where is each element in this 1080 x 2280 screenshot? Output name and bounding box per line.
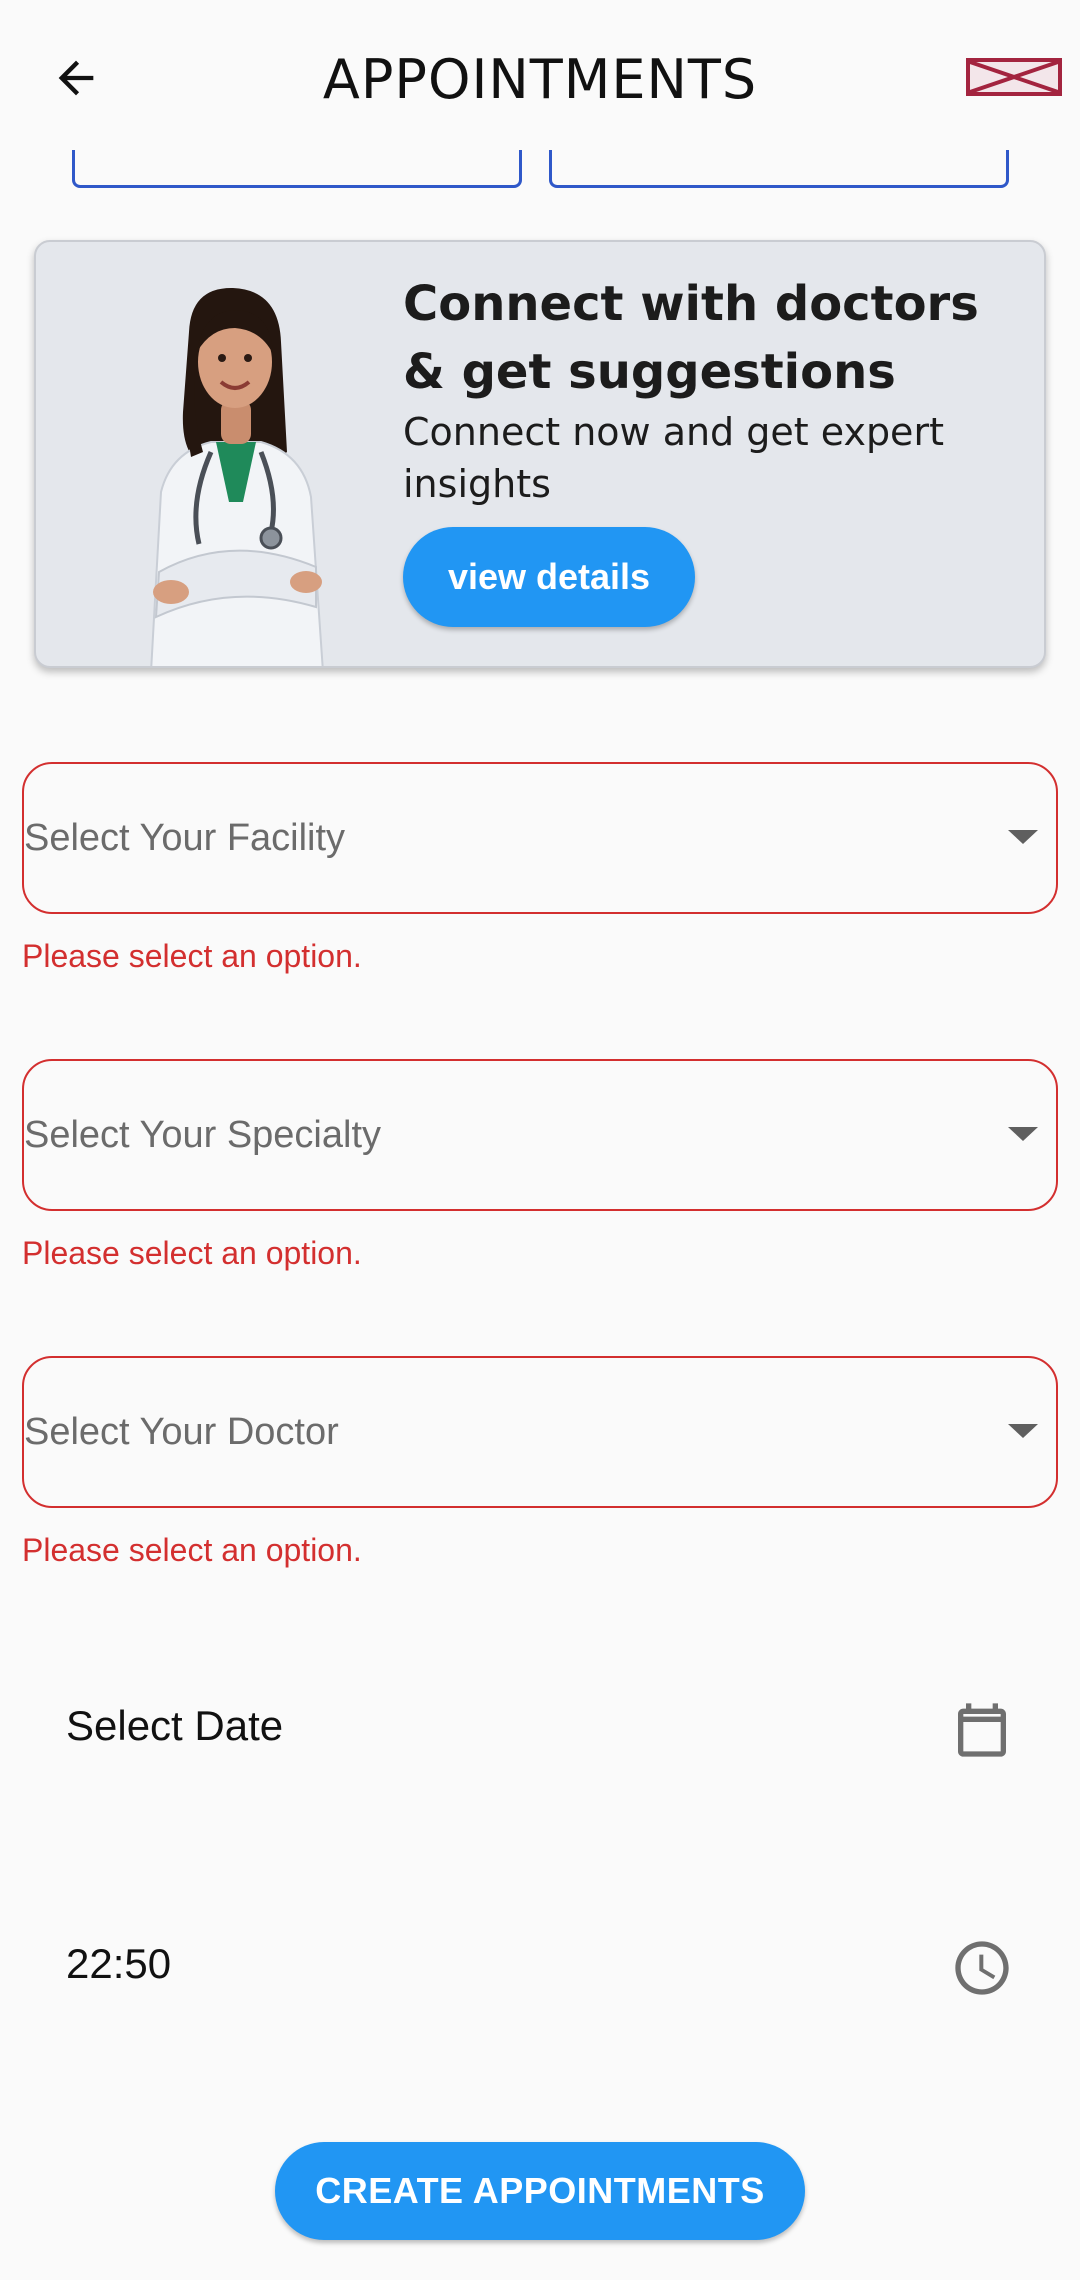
chevron-down-icon [1008, 1125, 1038, 1143]
promo-title: Connect with doctors & get suggestions [403, 276, 979, 400]
specialty-error: Please select an option. [22, 1235, 362, 1271]
chevron-down-icon [1008, 828, 1038, 846]
specialty-dropdown[interactable]: Select Your Specialty [22, 1059, 1058, 1211]
promo-card: Connect with doctors & get suggestions C… [34, 240, 1046, 668]
calendar-icon[interactable] [950, 1698, 1014, 1762]
date-picker-row[interactable]: Select Date [22, 1670, 1058, 1790]
view-details-button[interactable]: view details [403, 527, 695, 627]
time-picker-row[interactable]: 22:50 [22, 1908, 1058, 2028]
date-label: Select Date [66, 1702, 284, 1749]
chevron-down-icon [1008, 1422, 1038, 1440]
doctor-dropdown[interactable]: Select Your Doctor [22, 1356, 1058, 1508]
facility-dropdown[interactable]: Select Your Facility [22, 762, 1058, 914]
doctor-dropdown-label: Select Your Doctor [24, 1411, 339, 1453]
specialty-dropdown-label: Select Your Specialty [24, 1114, 382, 1156]
brand-logo [966, 58, 1062, 96]
top-field-left[interactable] [72, 150, 522, 188]
facility-error: Please select an option. [22, 938, 362, 974]
app-bar: APPOINTMENTS [0, 0, 1080, 150]
top-field-right[interactable] [549, 150, 1009, 188]
doctor-image [111, 282, 361, 666]
clock-icon[interactable] [950, 1936, 1014, 2000]
page-title: APPOINTMENTS [322, 48, 758, 111]
promo-subtitle: Connect now and get expert insights [403, 410, 944, 506]
doctor-error: Please select an option. [22, 1532, 362, 1568]
time-value: 22:50 [66, 1940, 172, 1987]
create-appointments-button[interactable]: CREATE APPOINTMENTS [275, 2142, 805, 2240]
facility-dropdown-label: Select Your Facility [24, 817, 346, 859]
